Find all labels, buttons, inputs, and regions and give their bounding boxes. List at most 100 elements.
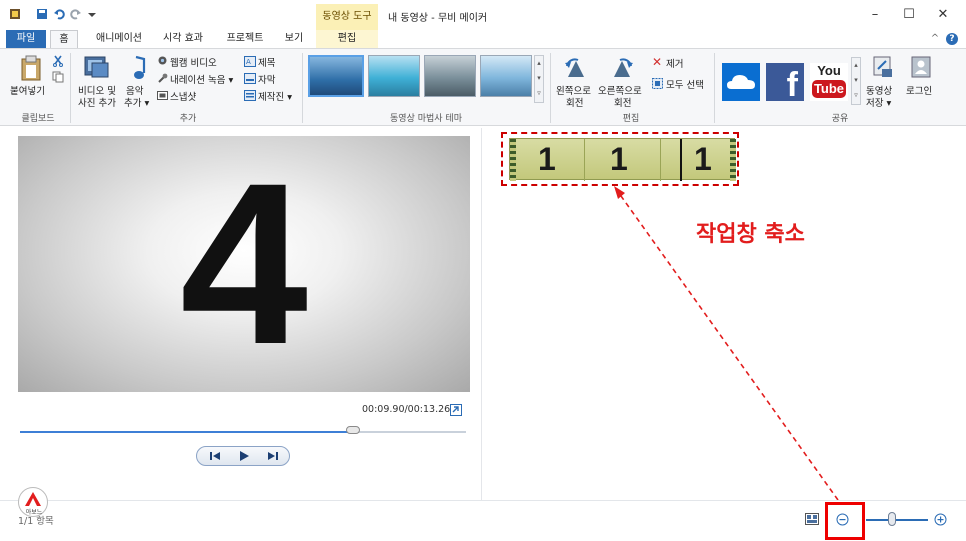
preview-countdown-number: 4 (180, 135, 308, 392)
add-music-label-2[interactable]: 추가 ▾ (124, 95, 149, 109)
storyboard-highlight: 1 1 1 (501, 132, 739, 186)
zoom-slider[interactable] (866, 519, 928, 521)
seek-bar-progress (20, 431, 354, 433)
play-icon[interactable] (229, 449, 259, 463)
video-tools-context-tab: 동영상 도구 (316, 4, 378, 30)
rotate-right-icon[interactable] (610, 57, 634, 79)
playback-time: 00:09.90/00:13.26 (362, 404, 451, 415)
sign-in-icon[interactable] (910, 55, 932, 79)
youtube-icon[interactable]: You Tube (810, 63, 848, 101)
tab-home[interactable]: 홈 (50, 30, 78, 49)
tab-project[interactable]: 프로젝트 (220, 30, 270, 48)
webcam-icon[interactable] (157, 56, 168, 67)
remove-button[interactable]: 제거 (666, 56, 683, 70)
snapshot-icon[interactable] (157, 90, 168, 101)
copy-icon[interactable] (52, 71, 64, 83)
theme-gallery (308, 55, 534, 105)
film-perforation-right (730, 139, 736, 181)
previous-frame-icon[interactable] (201, 449, 231, 463)
webcam-video-button[interactable]: 웹캠 비디오 (170, 55, 217, 69)
theme-thumbnail-default[interactable] (308, 55, 364, 97)
playback-position-marker[interactable] (680, 139, 682, 181)
editing-group-label: 편집 (622, 114, 640, 124)
theme-thumbnail-cinematic[interactable] (424, 55, 476, 97)
tab-view[interactable]: 보기 (280, 30, 308, 48)
clipboard-group-label: 클립보드 (21, 114, 55, 124)
credits-button[interactable]: 제작진 ▾ (258, 89, 292, 103)
frame-divider (660, 139, 661, 181)
group-divider (70, 53, 71, 123)
minimize-button[interactable]: – (863, 4, 887, 26)
redo-icon[interactable] (70, 8, 82, 20)
add-video-photo-icon[interactable] (84, 55, 110, 79)
share-gallery-scroll[interactable]: ▴ ▾ ▿ (851, 57, 861, 105)
frame-divider (584, 139, 585, 181)
caption-icon[interactable] (244, 73, 256, 84)
title-icon[interactable]: A (244, 56, 256, 67)
rotate-left-icon[interactable] (564, 57, 588, 79)
theme-gallery-scroll[interactable]: ▴ ▾ ▿ (534, 55, 544, 103)
title-button[interactable]: 제목 (258, 55, 275, 69)
seek-bar-thumb[interactable] (346, 426, 361, 434)
undo-icon[interactable] (53, 8, 65, 20)
storyboard-panel: 1 1 1 작업창 축소 (483, 128, 960, 500)
zoom-in-icon[interactable] (934, 513, 947, 526)
video-clip[interactable]: 1 1 1 (509, 138, 736, 181)
tab-file[interactable]: 파일 (6, 30, 46, 48)
save-movie-label-2[interactable]: 저장 ▾ (866, 95, 891, 109)
status-bar: 아보느 1/1 항목 (0, 487, 966, 541)
tab-visual-effects[interactable]: 시각 효과 (158, 30, 208, 48)
svg-text:A: A (246, 58, 251, 66)
themes-group-label: 동영상 마법사 테마 (390, 114, 462, 124)
select-all-icon[interactable] (652, 78, 663, 89)
save-icon[interactable] (36, 8, 48, 20)
sign-in-button[interactable]: 로그인 (906, 83, 932, 97)
thumbnail-size-icon[interactable] (805, 513, 819, 525)
fullscreen-icon[interactable] (450, 404, 462, 416)
close-button[interactable]: ✕ (931, 4, 955, 26)
cut-icon[interactable] (52, 55, 64, 67)
microphone-icon[interactable] (157, 73, 168, 84)
add-video-photo-label-2[interactable]: 사진 추가 (78, 95, 116, 109)
remove-icon[interactable]: ✕ (652, 55, 662, 69)
zoom-out-icon[interactable] (836, 513, 849, 526)
ribbon: 붙여넣기 클립보드 비디오 및 사진 추가 음악 추가 ▾ 웹캠 비디오 내레이… (0, 48, 966, 126)
customize-toolbar-icon[interactable] (86, 8, 98, 20)
tab-edit[interactable]: 편집 (316, 30, 378, 48)
window-title: 내 동영상 - 무비 메이커 (388, 13, 488, 24)
paste-icon[interactable] (20, 55, 42, 81)
paste-button-label[interactable]: 붙여넣기 (10, 83, 45, 97)
youtube-logo-top: You (817, 63, 841, 78)
next-frame-icon[interactable] (257, 449, 287, 463)
preview-panel: 4 00:09.90/00:13.26 (6, 128, 482, 500)
rotate-right-label-2[interactable]: 회전 (614, 95, 631, 109)
facebook-icon[interactable]: f (766, 63, 804, 101)
credits-icon[interactable] (244, 90, 256, 101)
rotate-left-label-2[interactable]: 회전 (566, 95, 583, 109)
snapshot-button[interactable]: 스냅샷 (170, 89, 196, 103)
collapse-ribbon-button[interactable]: ^ (928, 30, 942, 48)
onedrive-icon[interactable] (722, 63, 760, 101)
save-movie-icon[interactable] (872, 55, 894, 79)
app-icon (10, 9, 20, 19)
seek-bar[interactable] (20, 431, 466, 433)
help-icon[interactable]: ? (946, 33, 958, 45)
maximize-button[interactable]: ☐ (897, 4, 921, 26)
ribbon-tabs: 파일 홈 애니메이션 시각 효과 프로젝트 보기 편집 ^ ? (0, 30, 966, 49)
theme-thumbnail-contemporary[interactable] (368, 55, 420, 97)
record-narration-button[interactable]: 내레이션 녹음 ▾ (170, 72, 233, 86)
clip-frame: 1 (694, 141, 712, 177)
group-divider (302, 53, 303, 123)
clip-frame: 1 (538, 141, 556, 177)
zoom-slider-thumb[interactable] (888, 512, 896, 526)
caption-button[interactable]: 자막 (258, 72, 275, 86)
theme-thumbnail-fade[interactable] (480, 55, 532, 97)
add-music-icon[interactable] (128, 55, 148, 81)
add-group-label: 추가 (179, 114, 197, 124)
share-group-label: 공유 (831, 114, 849, 124)
tab-animations[interactable]: 애니메이션 (90, 30, 148, 48)
film-perforation-left (510, 139, 516, 181)
video-preview[interactable]: 4 (18, 136, 470, 392)
select-all-button[interactable]: 모두 선택 (666, 77, 704, 91)
annotation-label: 작업창 축소 (696, 222, 805, 247)
